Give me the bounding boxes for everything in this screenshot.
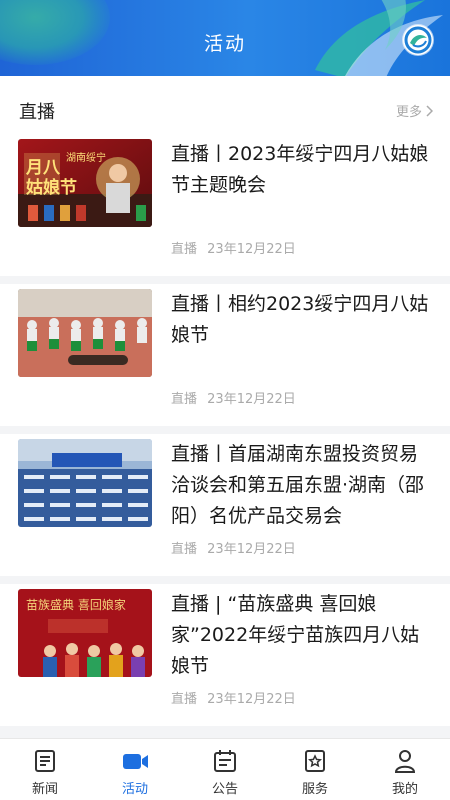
list-item[interactable]: 直播丨相约2023绥宁四月八姑娘节 直播 23年12月22日 (0, 284, 450, 426)
tab-label: 我的 (391, 782, 418, 797)
item-meta: 直播 23年12月22日 (171, 538, 302, 557)
item-category: 直播 (171, 392, 198, 407)
item-title: 直播丨2023年绥宁四月八姑娘节主题晚会 (171, 143, 429, 196)
thumbnail-text: 湖南绥宁 (66, 151, 106, 164)
chevron-right-icon (426, 104, 433, 117)
list-item[interactable]: 直播丨首届湖南东盟投资贸易洽谈会和第五届东盟·湖南（邵阳）名优产品交易会 直播 … (0, 434, 450, 576)
item-date: 23年12月22日 (207, 242, 296, 257)
item-meta: 直播 23年12月22日 (171, 388, 302, 407)
news-icon (35, 750, 55, 772)
item-category: 直播 (171, 692, 198, 707)
tab-label: 活动 (121, 782, 148, 797)
thumbnail-image (18, 439, 152, 527)
list-item[interactable]: 苗族盛典 喜回娘家 直播 | “苗族盛典 喜回娘家”2022年绥宁苗族四月八姑娘… (0, 584, 450, 726)
video-camera-icon (123, 754, 148, 769)
page-title: 活动 (203, 33, 246, 55)
item-date: 23年12月22日 (207, 542, 296, 557)
thumbnail-image: 月八 姑娘节 湖南绥宁 (18, 139, 152, 227)
user-icon (394, 750, 416, 773)
thumbnail-image (18, 289, 152, 377)
item-category: 直播 (171, 242, 198, 257)
thumbnail-text: 苗族盛典 喜回娘家 (26, 597, 126, 612)
live-list: 月八 姑娘节 湖南绥宁 直播丨2023年绥宁四月八姑娘节主题晚会 直播 23年1… (0, 134, 450, 734)
item-title: 直播丨首届湖南东盟投资贸易洽谈会和第五届东盟·湖南（邵阳）名优产品交易会 (171, 443, 425, 527)
item-title: 直播丨相约2023绥宁四月八姑娘节 (171, 293, 429, 346)
tab-notice[interactable]: 公告 (180, 739, 270, 800)
bottom-tab-bar: 新闻 活动 公告 服务 我的 (0, 738, 450, 800)
tab-label: 服务 (301, 782, 328, 797)
app-logo-icon (403, 25, 433, 55)
calendar-notice-icon (214, 750, 236, 772)
tab-label: 公告 (211, 782, 238, 797)
tab-mine[interactable]: 我的 (360, 739, 450, 800)
app-header: 活动 (0, 0, 450, 76)
more-link[interactable]: 更多 (396, 101, 433, 120)
more-label: 更多 (395, 105, 422, 120)
item-date: 23年12月22日 (207, 392, 296, 407)
list-item[interactable]: 月八 姑娘节 湖南绥宁 直播丨2023年绥宁四月八姑娘节主题晚会 直播 23年1… (0, 134, 450, 276)
live-section-header: 直播 更多 (0, 76, 450, 134)
item-date: 23年12月22日 (207, 692, 296, 707)
svg-text:月八: 月八 (25, 158, 61, 178)
item-title: 直播 | “苗族盛典 喜回娘家”2022年绥宁苗族四月八姑娘节 (171, 593, 420, 677)
service-star-icon (305, 750, 325, 772)
item-meta: 直播 23年12月22日 (171, 238, 302, 257)
svg-text:姑娘节: 姑娘节 (26, 177, 77, 198)
section-title: 直播 (19, 102, 55, 123)
item-meta: 直播 23年12月22日 (171, 688, 302, 707)
tab-label: 新闻 (31, 782, 58, 797)
tab-news[interactable]: 新闻 (0, 739, 90, 800)
item-category: 直播 (171, 542, 198, 557)
tab-service[interactable]: 服务 (270, 739, 360, 800)
tab-activity[interactable]: 活动 (90, 739, 180, 800)
thumbnail-image: 苗族盛典 喜回娘家 (18, 589, 152, 677)
